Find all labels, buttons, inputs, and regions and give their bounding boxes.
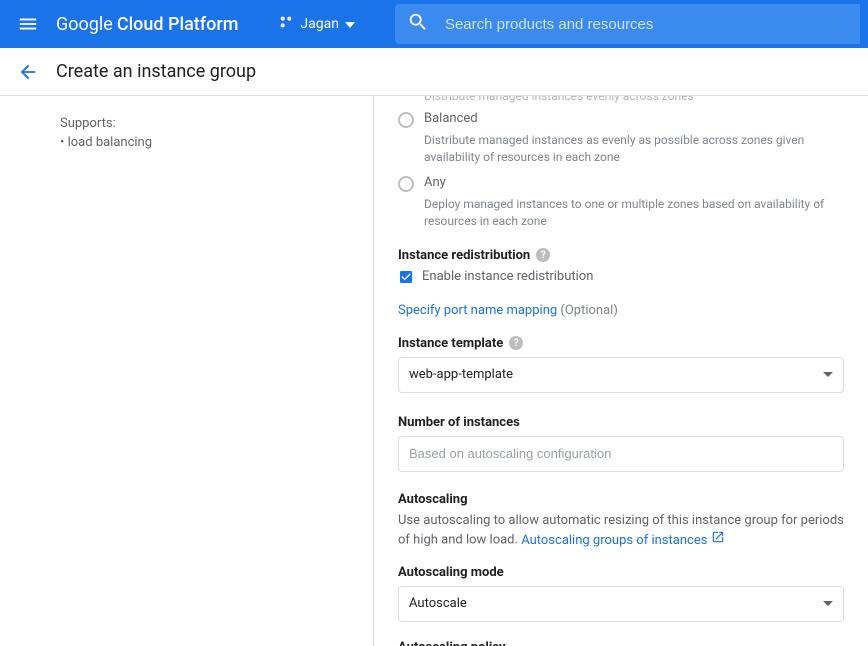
instance-template-select[interactable]: web-app-template (398, 357, 844, 393)
help-icon[interactable]: ? (536, 248, 550, 262)
page-title: Create an instance group (56, 61, 256, 82)
search-input[interactable] (445, 16, 848, 33)
instance-redistribution-label: Instance redistribution ? (398, 248, 844, 263)
external-link-icon (711, 530, 725, 551)
logo-text-rest: Cloud Platform (117, 14, 239, 35)
project-name: Jagan (300, 16, 339, 32)
top-bar: Google Cloud Platform Jagan (0, 0, 868, 48)
logo-text-light: Google (56, 14, 113, 35)
autoscaling-heading: Autoscaling (398, 492, 844, 507)
radio-balanced-label: Balanced (424, 111, 478, 126)
num-instances-field[interactable] (398, 436, 844, 472)
main-form: Distribute managed instances evenly acro… (374, 96, 868, 646)
gcp-logo[interactable]: Google Cloud Platform (56, 14, 238, 35)
autoscaling-mode-label: Autoscaling mode (398, 565, 844, 580)
chevron-down-icon (823, 372, 833, 377)
redistribution-checkbox-row[interactable]: Enable instance redistribution (398, 269, 844, 285)
radio-balanced[interactable] (398, 112, 414, 128)
autoscaling-description: Use autoscaling to allow automatic resiz… (398, 511, 844, 551)
supports-item: • load balancing (60, 135, 349, 150)
sidebar: Supports: • load balancing (0, 96, 374, 646)
back-arrow-icon[interactable] (16, 60, 40, 84)
search-bar[interactable] (395, 4, 860, 44)
port-mapping-row: Specify port name mapping (Optional) (398, 303, 844, 318)
port-mapping-link[interactable]: Specify port name mapping (398, 303, 557, 318)
subheader: Create an instance group (0, 48, 868, 96)
autoscaling-groups-link[interactable]: Autoscaling groups of instances (521, 530, 725, 551)
chevron-down-icon (823, 601, 833, 606)
radio-any-desc: Deploy managed instances to one or multi… (424, 196, 844, 230)
instance-template-label: Instance template ? (398, 336, 844, 351)
radio-any-row[interactable]: Any (398, 175, 844, 192)
distribution-even-desc: Distribute managed instances evenly acro… (424, 96, 844, 105)
project-selector[interactable]: Jagan (266, 14, 367, 34)
supports-label: Supports: (60, 116, 349, 131)
radio-any[interactable] (398, 176, 414, 192)
radio-any-label: Any (424, 175, 446, 190)
autoscaling-mode-value: Autoscale (409, 596, 467, 611)
radio-balanced-desc: Distribute managed instances as evenly a… (424, 132, 844, 166)
autoscaling-mode-select[interactable]: Autoscale (398, 586, 844, 622)
instance-template-value: web-app-template (409, 367, 513, 382)
dropdown-icon (345, 16, 355, 32)
num-instances-input (409, 437, 833, 471)
port-mapping-optional: (Optional) (560, 303, 617, 318)
help-icon[interactable]: ? (509, 336, 523, 350)
redistribution-checkbox-label: Enable instance redistribution (422, 269, 593, 284)
search-icon (407, 11, 429, 37)
redistribution-checkbox[interactable] (398, 269, 414, 285)
radio-balanced-row[interactable]: Balanced (398, 111, 844, 128)
project-dots-icon (278, 14, 294, 34)
menu-icon[interactable] (8, 4, 48, 44)
num-instances-label: Number of instances (398, 415, 844, 430)
autoscaling-policy-label: Autoscaling policy (398, 640, 844, 646)
